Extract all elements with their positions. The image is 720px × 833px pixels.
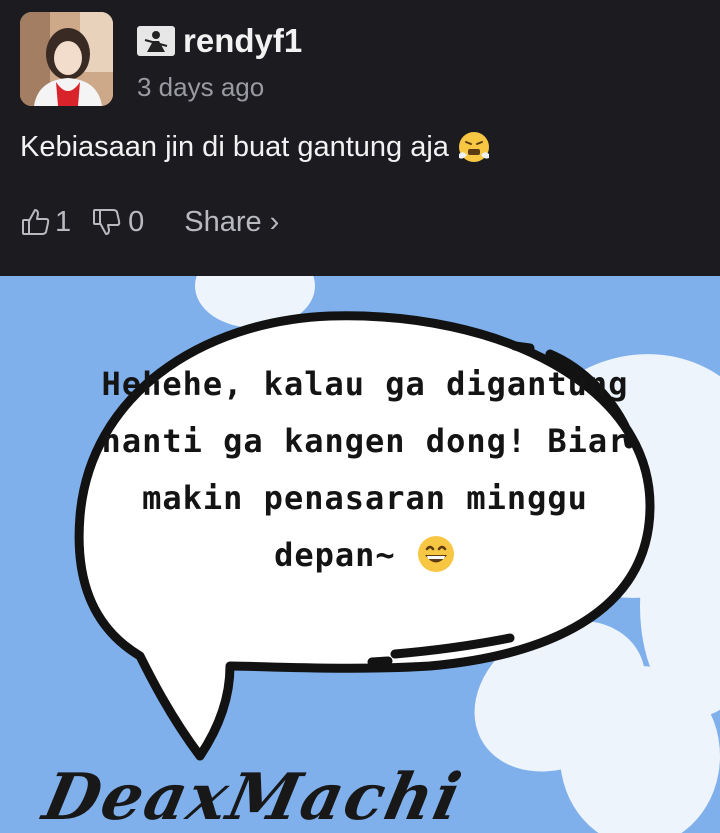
share-label: Share bbox=[184, 205, 262, 238]
share-button[interactable]: Share › bbox=[184, 206, 279, 239]
speech-bubble-text: Hehehe, kalau ga digantung nanti ga kang… bbox=[95, 356, 635, 584]
artist-signature: DeaxMachi bbox=[37, 760, 469, 833]
username[interactable]: rendyf1 bbox=[183, 22, 302, 60]
user-badge-icon bbox=[137, 26, 175, 56]
comment-body: Kebiasaan jin di buat gantung aja bbox=[20, 130, 491, 164]
like-count: 1 bbox=[55, 205, 72, 238]
timestamp: 3 days ago bbox=[137, 72, 265, 102]
comment-card: rendyf1 3 days ago Kebiasaan jin di buat… bbox=[0, 0, 720, 276]
bubble-text-content: Hehehe, kalau ga digantung nanti ga kang… bbox=[101, 365, 629, 574]
comment-actions: 1 0 Share › bbox=[20, 201, 279, 243]
thumbs-down-icon bbox=[93, 209, 121, 235]
comment-text: Kebiasaan jin di buat gantung aja bbox=[20, 130, 449, 163]
grinning-face-emoji-icon bbox=[417, 536, 454, 572]
thumbs-up-icon bbox=[22, 209, 50, 235]
chevron-right-icon: › bbox=[269, 205, 280, 238]
comic-panel: Hehehe, kalau ga digantung nanti ga kang… bbox=[0, 276, 720, 833]
avatar[interactable] bbox=[20, 12, 113, 106]
steam-face-emoji-icon bbox=[458, 132, 489, 162]
like-button[interactable]: 1 bbox=[20, 206, 91, 239]
dislike-count: 0 bbox=[128, 205, 145, 238]
dislike-button[interactable]: 0 bbox=[91, 206, 184, 239]
